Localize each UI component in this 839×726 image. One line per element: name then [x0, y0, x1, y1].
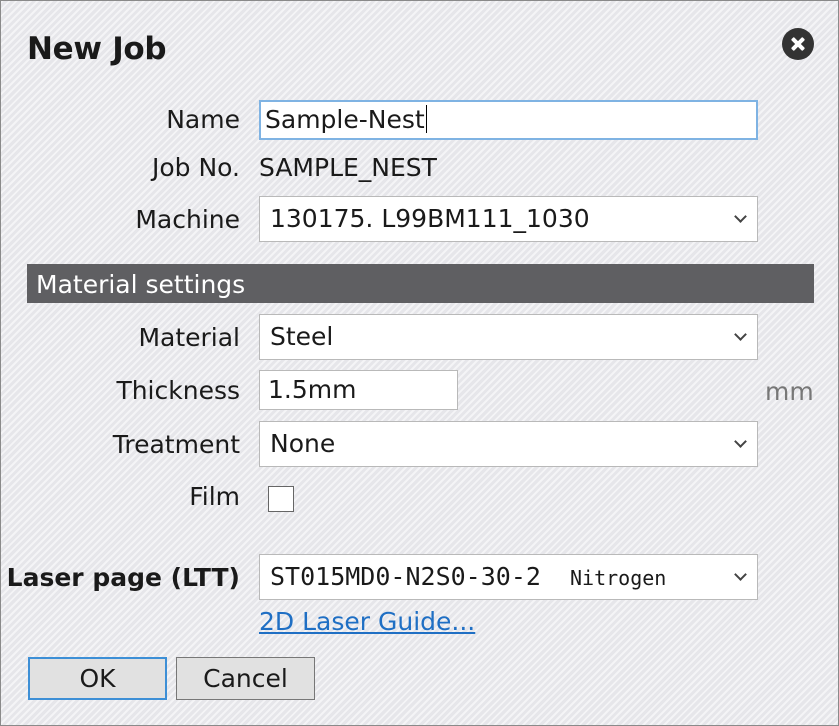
film-label: Film: [189, 482, 240, 511]
thickness-unit: mm: [765, 377, 814, 406]
cancel-button[interactable]: Cancel: [176, 657, 315, 700]
chevron-down-icon: [734, 210, 747, 223]
laser-code: ST015MD0-N2S0-30-2: [270, 562, 541, 591]
chevron-down-icon: [734, 435, 747, 448]
machine-selected-value: 130175. L99BM111_1030: [270, 204, 590, 233]
new-job-dialog: New Job Name Sample-Nest Job No. SAMPLE_…: [0, 0, 839, 726]
machine-select[interactable]: 130175. L99BM111_1030: [259, 196, 758, 242]
treatment-select[interactable]: None: [259, 421, 758, 467]
text-caret: [425, 105, 427, 133]
ok-button[interactable]: OK: [28, 657, 167, 700]
treatment-selected-value: None: [270, 429, 336, 458]
thickness-input[interactable]: 1.5mm: [259, 370, 458, 410]
chevron-down-icon: [734, 568, 747, 581]
film-checkbox[interactable]: [268, 486, 294, 512]
laser-gas: Nitrogen: [570, 566, 667, 590]
name-input-value: Sample-Nest: [265, 105, 425, 134]
dialog-title: New Job: [27, 31, 167, 67]
material-select[interactable]: Steel: [259, 314, 758, 360]
machine-label: Machine: [135, 205, 240, 234]
material-settings-header: Material settings: [27, 264, 814, 303]
name-label: Name: [166, 105, 240, 134]
treatment-label: Treatment: [112, 430, 240, 459]
close-icon[interactable]: [782, 28, 814, 60]
material-selected-value: Steel: [270, 322, 334, 351]
thickness-value: 1.5mm: [268, 375, 357, 404]
name-input[interactable]: Sample-Nest: [259, 100, 758, 140]
thickness-label: Thickness: [116, 376, 240, 405]
material-label: Material: [138, 323, 240, 352]
laser-guide-link[interactable]: 2D Laser Guide...: [259, 607, 475, 636]
job-no-label: Job No.: [152, 153, 240, 182]
chevron-down-icon: [734, 328, 747, 341]
laser-page-select[interactable]: ST015MD0-N2S0-30-2 Nitrogen: [259, 554, 758, 600]
job-no-value: SAMPLE_NEST: [259, 153, 437, 182]
laser-page-label: Laser page (LTT): [6, 563, 240, 592]
